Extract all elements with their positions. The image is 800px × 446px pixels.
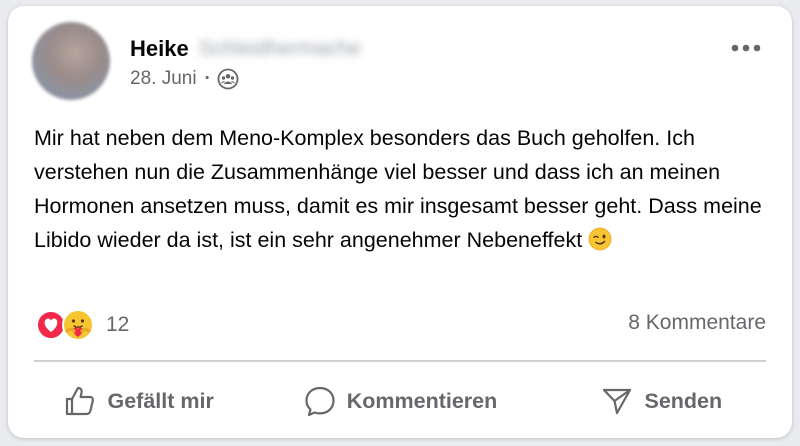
comment-label[interactable]: Kommentieren [347, 389, 498, 414]
author-first-name[interactable]: Heike [130, 36, 189, 62]
more-dots-icon [731, 44, 761, 52]
winking-face-icon [588, 227, 612, 261]
thumbs-up-icon [66, 386, 95, 416]
care-reaction-icon [62, 309, 94, 341]
send-icon [603, 388, 632, 415]
comment-button[interactable]: Kommentieren [269, 368, 530, 434]
author-name[interactable]: Heike Schleidhermache [130, 36, 361, 62]
post-text-content: Mir hat neben dem Meno-Komplex besonders… [34, 126, 762, 252]
send-label[interactable]: Senden [644, 389, 722, 414]
more-options-button[interactable] [728, 36, 764, 60]
reaction-icons[interactable] [34, 307, 98, 343]
author-last-name-blurred[interactable]: Schleidhermache [199, 37, 361, 61]
divider [34, 360, 766, 362]
reactions-summary[interactable]: 12 [34, 307, 129, 343]
post-date[interactable]: 28. Juni [130, 68, 197, 90]
avatar[interactable] [32, 22, 110, 100]
post-text: Mir hat neben dem Meno-Komplex besonders… [34, 121, 770, 261]
action-bar: Gefällt mir Kommentieren Senden [8, 368, 792, 434]
send-button[interactable]: Senden [531, 368, 792, 434]
post-card: Heike Schleidhermache 28. Juni · Mir hat… [8, 6, 792, 438]
like-label[interactable]: Gefällt mir [107, 389, 213, 414]
reaction-count[interactable]: 12 [106, 313, 129, 337]
comment-bubble-icon [305, 386, 335, 417]
comments-count-link[interactable]: 8 Kommentare [628, 311, 766, 335]
like-button[interactable]: Gefällt mir [8, 368, 269, 434]
meta-separator: · [204, 68, 211, 89]
group-icon[interactable] [217, 68, 239, 90]
post-meta: 28. Juni · [130, 68, 239, 90]
